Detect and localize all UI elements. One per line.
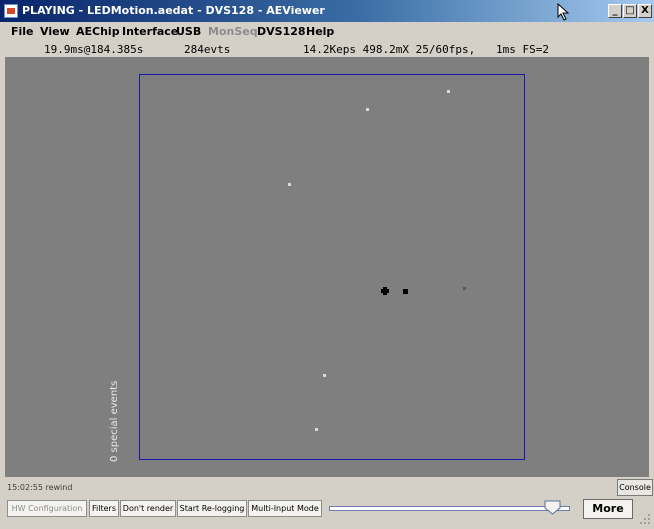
log-bar: 15:02:55 rewind — [0, 478, 654, 497]
minimize-button[interactable]: _ — [608, 4, 622, 18]
maximize-button[interactable]: □ — [623, 4, 637, 18]
aeviewer-window: PLAYING - LEDMotion.aedat - DVS128 - AEV… — [0, 0, 654, 529]
special-events-label: 0 special events — [109, 380, 120, 462]
mouse-cursor-icon — [557, 3, 570, 21]
menu-bar: File View AEChip Interface USB MonSeq DV… — [0, 22, 654, 40]
more-button[interactable]: More — [583, 499, 633, 519]
event-display-canvas[interactable]: 0 special events — [5, 57, 649, 477]
hw-configuration-button: HW Configuration — [7, 500, 87, 517]
filters-button[interactable]: Filters — [89, 500, 119, 517]
status-event-count: 284evts — [184, 43, 231, 56]
menu-usb[interactable]: USB — [176, 25, 201, 38]
sensor-frame — [139, 74, 525, 460]
menu-dvs128[interactable]: DVS128 — [257, 25, 306, 38]
status-bar: 19.9ms@184.385s 284evts 14.2Keps 498.2mX… — [0, 40, 654, 57]
status-rates: 14.2Keps 498.2mX 25/60fps, — [303, 43, 476, 56]
event-cluster — [383, 287, 387, 295]
start-relogging-button[interactable]: Start Re-logging — [177, 500, 247, 517]
app-icon — [4, 4, 18, 18]
event-pixel — [447, 90, 450, 93]
menu-view[interactable]: View — [40, 25, 70, 38]
resize-grip-icon[interactable] — [639, 513, 651, 525]
menu-monseq: MonSeq — [208, 25, 258, 38]
playback-slider[interactable] — [329, 506, 570, 511]
window-title: PLAYING - LEDMotion.aedat - DVS128 - AEV… — [22, 4, 325, 17]
log-message: 15:02:55 rewind — [7, 483, 73, 492]
bottom-toolbar: HW Configuration Filters Don't render St… — [0, 497, 654, 529]
event-pixel — [315, 428, 318, 431]
event-pixel — [366, 108, 369, 111]
console-button[interactable]: Console — [617, 479, 653, 496]
multi-input-mode-button[interactable]: Multi-Input Mode — [248, 500, 322, 517]
status-frame: 1ms FS=2 — [496, 43, 549, 56]
menu-help[interactable]: Help — [306, 25, 334, 38]
dont-render-button[interactable]: Don't render — [120, 500, 176, 517]
event-pixel — [323, 374, 326, 377]
event-pixel — [463, 287, 466, 290]
title-bar[interactable]: PLAYING - LEDMotion.aedat - DVS128 - AEV… — [0, 0, 654, 22]
event-pixel — [288, 183, 291, 186]
menu-interface[interactable]: Interface — [122, 25, 178, 38]
menu-file[interactable]: File — [11, 25, 34, 38]
event-cluster — [403, 289, 408, 294]
slider-knob-icon[interactable] — [544, 500, 561, 515]
menu-aechip[interactable]: AEChip — [76, 25, 120, 38]
close-button[interactable]: X — [638, 4, 652, 18]
status-time: 19.9ms@184.385s — [44, 43, 144, 56]
